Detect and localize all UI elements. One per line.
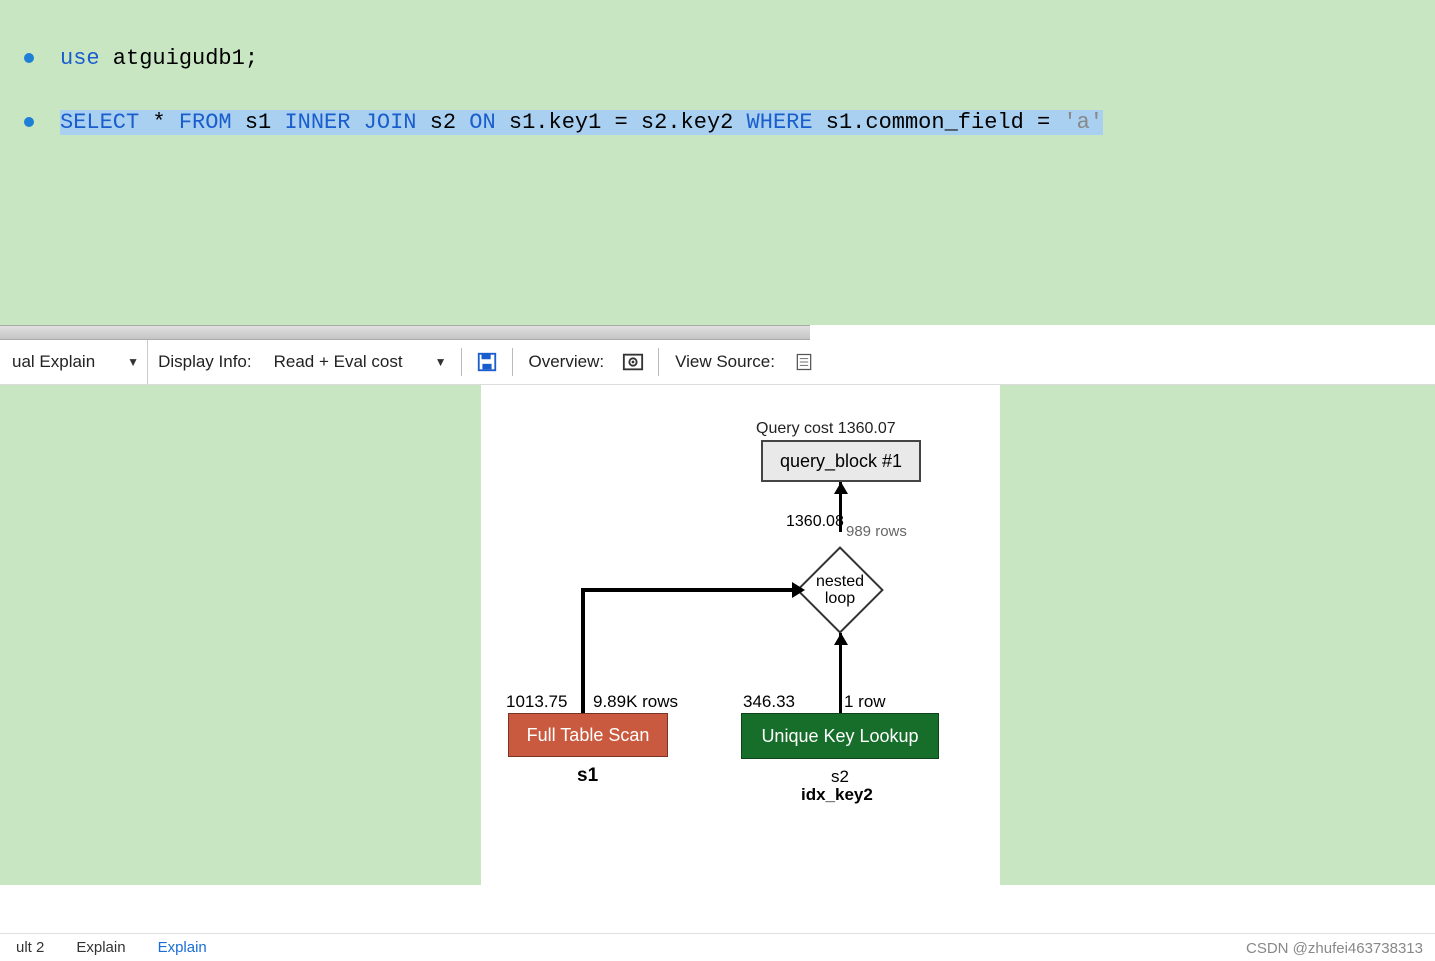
visual-explain-pane: Query cost 1360.07 query_block #1 1360.0… [0,385,1435,885]
connector [581,588,799,592]
kw-inner: INNER [284,110,350,135]
kw-select: SELECT [60,110,139,135]
left-margin [0,385,480,885]
right-rows: 1 row [844,692,886,712]
kw-on: ON [469,110,495,135]
right-margin [1000,385,1435,885]
chevron-down-icon: ▼ [435,355,447,369]
cost-dropdown[interactable]: Read + Eval cost ▼ [262,340,455,384]
left-rows: 9.89K rows [593,692,678,712]
arrow-icon [834,633,848,645]
overview-icon[interactable] [618,347,648,377]
connector [581,588,585,713]
breakpoint-icon[interactable] [24,53,34,63]
kw-where: WHERE [747,110,813,135]
index-label: idx_key2 [801,785,873,805]
view-source-icon[interactable] [789,347,819,377]
pane-divider[interactable] [0,325,810,340]
breakpoint-icon[interactable] [24,117,34,127]
table-label-s1: s1 [577,765,598,787]
table-label-s2: s2 [831,767,849,787]
cost-label: 1360.08 [786,513,844,531]
chevron-down-icon: ▼ [127,355,139,369]
arrow-icon [792,582,805,598]
rows-label: 989 rows [846,523,907,540]
tab-explain-1[interactable]: Explain [60,939,141,956]
bottom-tabs: ult 2 Explain Explain [0,933,1435,961]
result-toolbar: ual Explain ▼ Display Info: Read + Eval … [0,340,1435,385]
editor-line-2[interactable]: use atguigudb1; [0,42,1435,74]
view-source-label: View Source: [665,352,785,372]
right-cost: 346.33 [743,692,795,712]
tab-explain-2[interactable]: Explain [142,939,223,956]
arrow-icon [834,482,848,494]
unique-key-lookup-node[interactable]: Unique Key Lookup [741,713,939,759]
watermark: CSDN @zhufei463738313 [1246,940,1423,957]
editor-line-1 [0,10,1435,42]
kw-from: FROM [179,110,232,135]
nested-loop-node[interactable]: nestedloop [797,547,883,633]
full-table-scan-node[interactable]: Full Table Scan [508,713,668,757]
kw-join: JOIN [364,110,417,135]
editor-line-3 [0,74,1435,106]
query-cost-label: Query cost 1360.07 [756,420,896,438]
editor-line-4[interactable]: SELECT * FROM s1 INNER JOIN s2 ON s1.key… [0,106,1435,138]
sql-editor[interactable]: use atguigudb1; SELECT * FROM s1 INNER J… [0,0,1435,325]
explain-mode-dropdown[interactable]: ual Explain ▼ [0,340,148,384]
display-info-label: Display Info: [148,352,262,372]
save-icon[interactable] [472,347,502,377]
query-block-node[interactable]: query_block #1 [761,440,921,482]
tab-result[interactable]: ult 2 [0,939,60,956]
explain-diagram[interactable]: Query cost 1360.07 query_block #1 1360.0… [480,385,1000,885]
left-cost: 1013.75 [506,692,567,712]
overview-label: Overview: [519,352,615,372]
connector [839,633,842,713]
